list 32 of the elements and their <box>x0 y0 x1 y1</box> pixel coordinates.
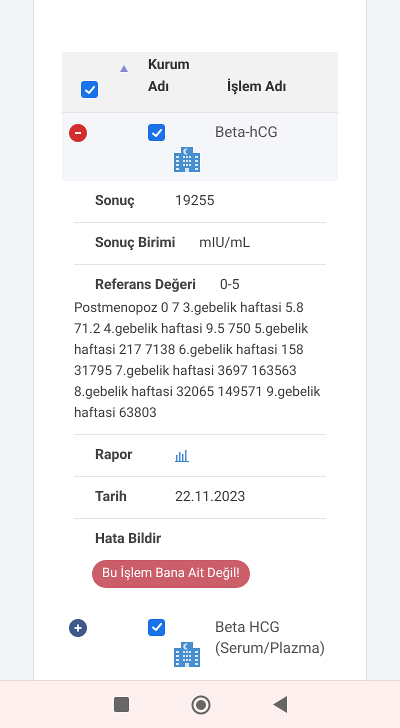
report-error-button[interactable]: Bu İşlem Bana Ait Değil! <box>92 560 250 588</box>
field-value: 0-5 <box>220 276 240 295</box>
field-value: mIU/mL <box>199 234 250 253</box>
checkmark-icon <box>84 84 96 96</box>
checkbox[interactable] <box>148 618 165 636</box>
field-label: Tarih <box>95 488 128 507</box>
procedure-name: Beta-hCG <box>215 122 279 143</box>
recents-icon[interactable] <box>114 697 128 712</box>
reference-text: Postmenopoz 0 7 3.gebelik haftasi 5.8 71.2 4.gebelik haftasi 9.5 750 5.gebelik haftasi 217 7138 6.gebelik haftasi 158 31795 7.gebelik haftasi 3697 163563 8.gebelik haftasi 32065 149571 9.gebelik haftasi 63803 <box>74 299 322 423</box>
field-value: 22.11.2023 <box>175 488 246 507</box>
checkbox[interactable] <box>148 124 165 141</box>
field-label: Sonuç <box>95 192 136 211</box>
procedure-name: Beta HCG (Serum/Plazma) <box>215 616 326 658</box>
expand-icon[interactable] <box>69 618 87 636</box>
back-icon[interactable] <box>272 696 286 713</box>
field-label: Referans Değeri <box>95 276 197 295</box>
hospital-icon <box>173 640 201 668</box>
field-label: Sonuç Birimi <box>95 234 176 253</box>
table-row[interactable]: Beta-hCG <box>62 113 338 181</box>
checkbox[interactable] <box>81 81 98 98</box>
sort-up-icon[interactable] <box>120 65 128 72</box>
field-value: 19255 <box>175 192 214 211</box>
column-header[interactable]: Kurum Adı <box>148 54 208 98</box>
collapse-icon[interactable] <box>69 124 87 142</box>
bar-chart-icon[interactable] <box>175 450 189 462</box>
home-icon[interactable] <box>190 694 210 714</box>
field-label: Rapor <box>95 446 134 465</box>
column-header[interactable]: İşlem Adı <box>227 77 286 98</box>
field-label: Hata Bildir <box>95 531 162 547</box>
hospital-icon <box>173 145 201 173</box>
checkmark-icon <box>150 621 162 633</box>
checkmark-icon <box>150 126 162 138</box>
